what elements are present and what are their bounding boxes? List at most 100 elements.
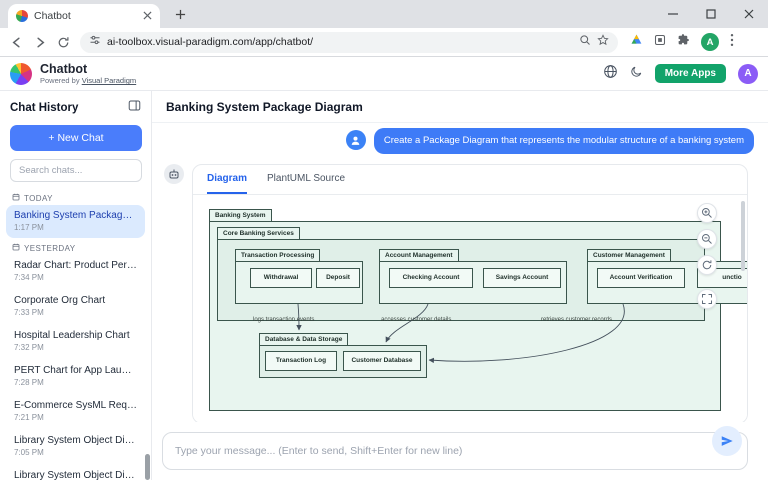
minimize-icon[interactable]	[654, 0, 692, 28]
extensions-puzzle-icon[interactable]	[677, 33, 690, 51]
section-label: YESTERDAY	[24, 244, 75, 253]
extension-colorful-icon[interactable]	[630, 33, 643, 51]
chat-item-title: E-Commerce SysML Require...	[14, 400, 137, 411]
window-controls	[654, 0, 768, 28]
chat-item-hospital-leadership[interactable]: Hospital Leadership Chart 7:32 PM	[6, 325, 145, 358]
chat-item-corporate-org[interactable]: Corporate Org Chart 7:33 PM	[6, 290, 145, 323]
chat-area: Create a Package Diagram that represents…	[152, 122, 768, 422]
sidebar-scrollbar-thumb[interactable]	[145, 454, 150, 480]
pkg-banking-system: Banking System	[209, 209, 272, 222]
maximize-icon[interactable]	[692, 0, 730, 28]
user-message-avatar	[346, 130, 366, 150]
browser-tab[interactable]: Chatbot	[8, 4, 160, 28]
url-text[interactable]: ai-toolbox.visual-paradigm.com/app/chatb…	[107, 36, 573, 48]
chat-item-title: Hospital Leadership Chart	[14, 330, 137, 341]
user-message-row: Create a Package Diagram that represents…	[164, 128, 754, 154]
chat-item-banking-package[interactable]: Banking System Package Dia... 1:17 PM	[6, 205, 145, 238]
calendar-icon	[12, 193, 20, 203]
message-input[interactable]	[175, 445, 703, 457]
powered-prefix: Powered by	[40, 76, 80, 85]
response-tabs: Diagram PlantUML Source	[193, 165, 747, 195]
diagram-viewport[interactable]: Banking System Core Banking Services Tra…	[193, 195, 747, 422]
tab-close-icon[interactable]	[143, 7, 152, 25]
language-globe-icon[interactable]	[603, 64, 618, 84]
search-chats-input[interactable]	[10, 159, 142, 182]
browser-window: Chatbot ai-toolbox.visual-par	[0, 0, 768, 480]
chat-item-time: 7:34 PM	[14, 273, 137, 282]
new-chat-button[interactable]: + New Chat	[10, 125, 142, 151]
dark-mode-moon-icon[interactable]	[630, 65, 643, 83]
zoom-out-icon[interactable]	[697, 229, 717, 249]
user-avatar[interactable]: A	[738, 64, 758, 84]
more-apps-button[interactable]: More Apps	[655, 64, 726, 83]
chat-item-time: 7:05 PM	[14, 448, 137, 457]
close-icon[interactable]	[730, 0, 768, 28]
back-icon[interactable]	[9, 35, 24, 50]
reset-view-icon[interactable]	[697, 255, 717, 275]
app-title: Chatbot	[40, 62, 136, 76]
browser-menu-icon[interactable]	[730, 33, 734, 52]
tab-plantuml-source[interactable]: PlantUML Source	[267, 165, 345, 194]
tab-diagram[interactable]: Diagram	[207, 165, 247, 194]
paper-plane-icon	[720, 434, 734, 448]
sidebar-header: Chat History	[0, 91, 151, 122]
user-message-bubble: Create a Package Diagram that represents…	[374, 128, 754, 154]
section-label: TODAY	[24, 194, 53, 203]
fullscreen-icon[interactable]	[697, 289, 717, 309]
zoom-in-icon[interactable]	[697, 203, 717, 223]
browser-profile-avatar[interactable]: A	[701, 33, 719, 51]
pkg-customer-management: Customer Management	[587, 249, 671, 262]
chat-item-library-object-1[interactable]: Library System Object Diagr... 7:05 PM	[6, 430, 145, 463]
chat-item-title: PERT Chart for App Launch	[14, 365, 137, 376]
chat-item-title: Library System Object Diagr...	[14, 435, 137, 446]
chat-item-library-object-2[interactable]: Library System Object Diagr...	[6, 465, 145, 480]
app-title-block: Chatbot Powered by Visual Paradigm	[40, 62, 136, 85]
calendar-icon	[12, 243, 20, 253]
pkg-core-banking: Core Banking Services	[217, 227, 300, 240]
favicon	[16, 10, 28, 22]
address-bar[interactable]: ai-toolbox.visual-paradigm.com/app/chatb…	[80, 32, 618, 53]
chat-item-time: 1:17 PM	[14, 223, 137, 232]
chat-item-time: 7:21 PM	[14, 413, 137, 422]
package-diagram-canvas: Banking System Core Banking Services Tra…	[193, 195, 747, 422]
app-header: Chatbot Powered by Visual Paradigm More …	[0, 57, 768, 91]
refresh-icon[interactable]	[57, 36, 70, 49]
chat-item-title: Library System Object Diagr...	[14, 470, 137, 480]
send-button[interactable]	[712, 426, 742, 456]
bookmark-star-icon[interactable]	[597, 33, 609, 51]
chat-item-pert-chart[interactable]: PERT Chart for App Launch 7:28 PM	[6, 360, 145, 393]
chat-item-title: Banking System Package Dia...	[14, 210, 137, 221]
chat-item-radar-chart[interactable]: Radar Chart: Product Perfor... 7:34 PM	[6, 255, 145, 288]
assistant-message-row: Diagram PlantUML Source Banking System C…	[164, 164, 754, 422]
powered-by: Powered by Visual Paradigm	[40, 76, 136, 85]
message-input-bar	[162, 432, 748, 470]
pkg-transaction-processing: Transaction Processing	[235, 249, 320, 262]
pkg-database-storage: Database & Data Storage	[259, 333, 348, 346]
main-panel: Banking System Package Diagram Create a …	[152, 91, 768, 480]
collapse-sidebar-icon[interactable]	[128, 99, 141, 117]
pkg-account-management: Account Management	[379, 249, 459, 262]
site-info-icon[interactable]	[89, 33, 101, 51]
visual-paradigm-link[interactable]: Visual Paradigm	[82, 76, 136, 85]
app-logo-icon	[10, 63, 32, 85]
browser-tab-title: Chatbot	[34, 10, 137, 22]
response-card: Diagram PlantUML Source Banking System C…	[192, 164, 748, 422]
chat-item-title: Radar Chart: Product Perfor...	[14, 260, 137, 271]
edge-label-accesses: accesses customer details	[381, 317, 451, 323]
zoom-indicator-icon[interactable]	[579, 33, 591, 51]
page-title: Banking System Package Diagram	[152, 91, 768, 123]
edge-label-retrieves: retrieves customer records	[541, 317, 612, 323]
new-tab-icon[interactable]	[172, 6, 188, 22]
section-today: TODAY	[0, 190, 151, 205]
chat-history-sidebar: Chat History + New Chat TODAY Banking Sy…	[0, 91, 152, 480]
chat-item-ecommerce-sysml[interactable]: E-Commerce SysML Require... 7:21 PM	[6, 395, 145, 428]
sidebar-title: Chat History	[10, 102, 78, 114]
extension-box-icon[interactable]	[654, 33, 666, 51]
card-scrollbar-thumb[interactable]	[741, 201, 745, 271]
chat-item-title: Corporate Org Chart	[14, 295, 137, 306]
browser-tabstrip: Chatbot	[0, 0, 768, 28]
forward-icon[interactable]	[33, 35, 48, 50]
navbar-actions: A	[630, 33, 734, 52]
chat-item-time: 7:28 PM	[14, 378, 137, 387]
browser-navbar: ai-toolbox.visual-paradigm.com/app/chatb…	[0, 28, 768, 57]
